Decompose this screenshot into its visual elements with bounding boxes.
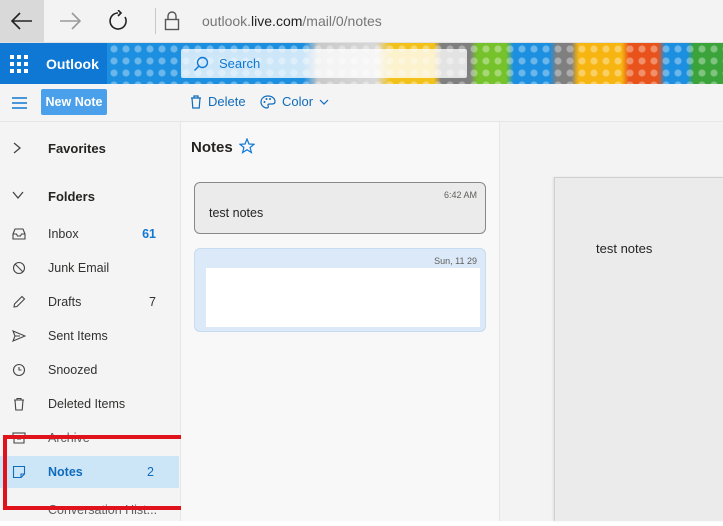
search-input[interactable]: Search (181, 49, 467, 78)
new-note-button[interactable]: New Note (41, 89, 107, 115)
trash-icon (14, 397, 24, 411)
reading-pane: test notes (500, 122, 723, 521)
note-timestamp: 6:42 AM (443, 190, 477, 200)
folder-label: Inbox (48, 227, 79, 241)
clock-icon (12, 363, 26, 377)
item-count: 7 (149, 295, 156, 309)
sidebar-item-junk-email[interactable]: Junk Email (0, 252, 181, 284)
color-label: Color (282, 94, 314, 109)
notes-list-pane: Notes 6:42 AM test notes Sun, 11 29 (181, 122, 500, 521)
forward-arrow-icon (60, 12, 81, 30)
note-editor[interactable]: test notes (554, 177, 723, 521)
back-button[interactable] (0, 0, 44, 42)
reload-icon (109, 10, 127, 30)
unread-count: 61 (142, 227, 156, 241)
search-placeholder: Search (219, 56, 261, 71)
note-preview (206, 268, 480, 327)
send-icon (12, 329, 26, 343)
delete-button[interactable]: Delete (190, 94, 246, 109)
brand-area: Outlook (0, 43, 107, 84)
sidebar-item-snoozed[interactable]: Snoozed (0, 354, 181, 386)
delete-label: Delete (208, 94, 246, 109)
note-content[interactable]: test notes (596, 241, 652, 256)
note-preview: test notes (209, 206, 264, 220)
star-icon[interactable] (239, 138, 255, 154)
folder-label: Drafts (48, 295, 82, 309)
note-card[interactable]: 6:42 AM test notes (194, 182, 486, 234)
browser-toolbar: outlook.live.com/mail/0/notes (0, 0, 723, 43)
chevron-right-icon (13, 142, 22, 154)
folders-section[interactable]: Folders (0, 180, 181, 212)
app-header: Outlook Search (0, 43, 723, 84)
sidebar-item-deleted-items[interactable]: Deleted Items (0, 388, 181, 420)
block-icon (12, 261, 26, 275)
favorites-section[interactable]: Favorites (0, 132, 181, 164)
hamburger-menu-icon[interactable] (12, 97, 28, 109)
command-bar: New Note Delete Color (0, 84, 723, 122)
inbox-icon (12, 228, 26, 240)
highlight-box (3, 435, 187, 510)
chevron-down-icon (12, 191, 24, 200)
folder-label: Snoozed (48, 363, 98, 377)
trash-icon (191, 94, 201, 109)
color-button[interactable]: Color (260, 94, 329, 109)
url-prefix: outlook. (202, 13, 252, 29)
note-timestamp: Sun, 11 29 (434, 256, 477, 266)
folder-label: Sent Items (48, 329, 108, 343)
chevron-down-icon (319, 99, 329, 105)
folder-label: Deleted Items (48, 397, 126, 411)
address-bar[interactable]: outlook.live.com/mail/0/notes (202, 13, 382, 29)
sidebar-item-inbox[interactable]: Inbox 61 (0, 218, 181, 250)
app-name[interactable]: Outlook (46, 56, 99, 72)
back-arrow-icon (11, 12, 32, 30)
folders-label: Folders (48, 188, 95, 204)
app-launcher-icon[interactable] (10, 55, 28, 73)
page-title: Notes (191, 139, 233, 156)
note-card[interactable]: Sun, 11 29 (194, 248, 486, 332)
favorites-label: Favorites (48, 140, 106, 156)
url-path: /mail/0/notes (302, 13, 382, 29)
palette-icon (260, 94, 276, 109)
sidebar-item-sent-items[interactable]: Sent Items (0, 320, 181, 352)
sidebar-item-drafts[interactable]: Drafts 7 (0, 286, 181, 318)
forward-button[interactable] (48, 0, 92, 42)
toolbar-divider (155, 8, 156, 34)
url-domain: live.com (251, 13, 303, 29)
folder-label: Junk Email (48, 261, 110, 275)
search-icon (194, 56, 209, 71)
lock-icon (164, 11, 180, 36)
reload-button[interactable] (96, 0, 140, 42)
pencil-icon (13, 295, 26, 308)
